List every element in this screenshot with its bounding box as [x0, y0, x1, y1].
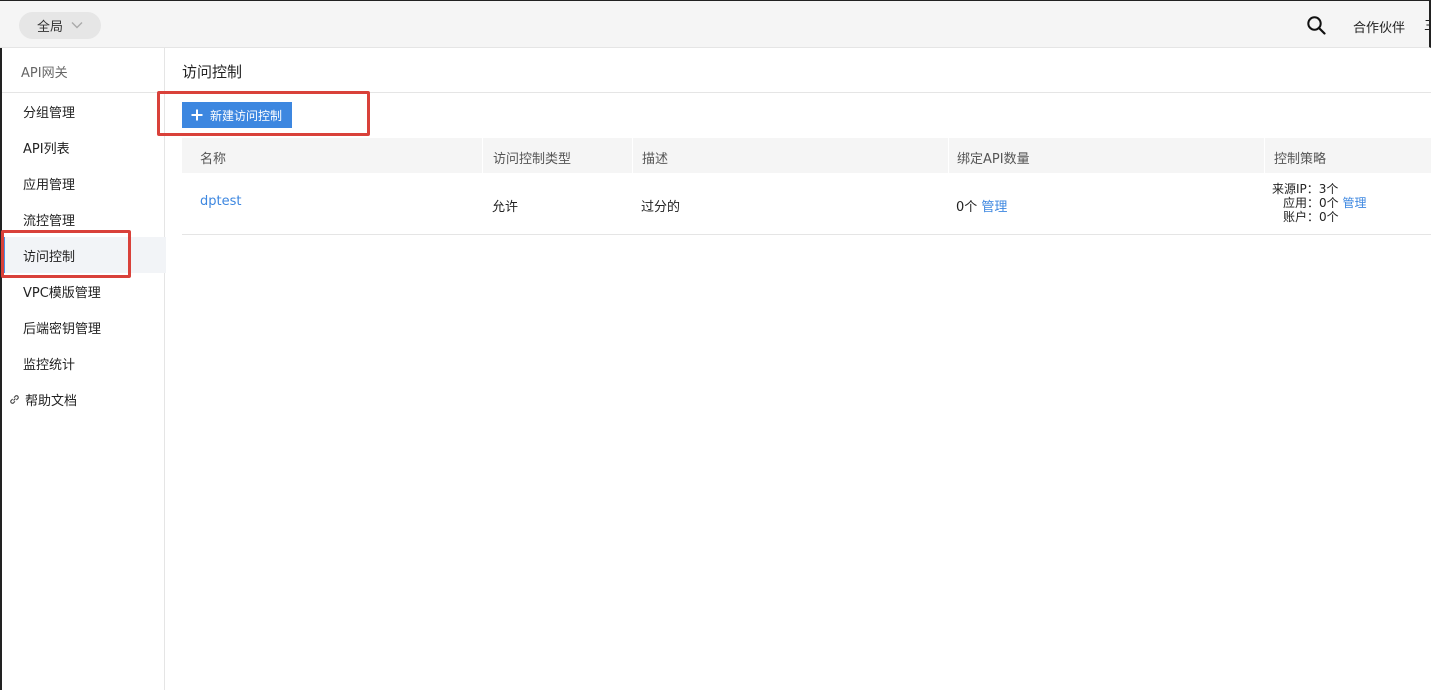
sidebar-item-monitoring[interactable]: 监控统计: [2, 345, 166, 381]
column-header-type: 访问控制类型: [493, 152, 572, 167]
policy-source-ip: 来源IP：3个: [1272, 182, 1339, 196]
policy-app-manage-link[interactable]: 管理: [1342, 196, 1366, 210]
sidebar-item-label: 应用管理: [23, 177, 76, 193]
title-divider: [165, 92, 1431, 93]
policy-account: 账户：0个: [1283, 210, 1339, 224]
sidebar-item-backend-key[interactable]: 后端密钥管理: [2, 309, 166, 345]
sidebar-item-label: 流控管理: [23, 213, 76, 229]
sidebar-item-access-control[interactable]: 访问控制: [2, 237, 166, 273]
sidebar-item-label: 后端密钥管理: [23, 321, 102, 337]
api-count-value: 0个: [956, 200, 978, 215]
column-separator: [1264, 138, 1265, 173]
sidebar-item-vpc-template[interactable]: VPC模版管理: [2, 273, 166, 309]
new-button-label: 新建访问控制: [210, 108, 283, 123]
chevron-down-icon: [71, 22, 83, 29]
api-manage-link[interactable]: 管理: [981, 200, 1007, 215]
sidebar-item-help-docs[interactable]: 帮助文档: [2, 381, 166, 417]
table-header: 名称 访问控制类型 描述 绑定API数量 控制策略: [182, 138, 1431, 173]
sidebar-item-group-management[interactable]: 分组管理: [2, 93, 166, 129]
policy-app: 应用：0个: [1283, 196, 1339, 210]
policy-app-line: 应用：0个 管理: [1272, 196, 1366, 210]
region-label: 全局: [37, 20, 64, 35]
sidebar-item-flow-control[interactable]: 流控管理: [2, 201, 166, 237]
sidebar-item-label: VPC模版管理: [23, 285, 101, 301]
sidebar-item-label: 监控统计: [23, 357, 76, 373]
row-policy: 来源IP：3个 应用：0个 管理 账户：0个: [1272, 182, 1366, 224]
region-select[interactable]: 全局: [19, 12, 101, 39]
search-icon[interactable]: [1306, 15, 1326, 35]
overflow-menu[interactable]: 三: [1424, 15, 1431, 34]
row-type: 允许: [492, 200, 519, 215]
sidebar-item-api-list[interactable]: API列表: [2, 129, 166, 165]
sidebar: API网关 分组管理 API列表 应用管理 流控管理 访问控制 VPC模版管理 …: [0, 48, 166, 690]
column-header-name: 名称: [200, 152, 227, 167]
row-divider: [182, 234, 1431, 235]
partner-link[interactable]: 合作伙伴: [1353, 17, 1405, 36]
top-bar: 全局 合作伙伴 三: [0, 0, 1431, 48]
column-header-api-count: 绑定API数量: [957, 152, 1030, 167]
new-access-control-button[interactable]: 新建访问控制: [182, 102, 292, 128]
column-separator: [948, 138, 949, 173]
sidebar-item-app-management[interactable]: 应用管理: [2, 165, 166, 201]
sidebar-item-label: 分组管理: [23, 105, 76, 121]
column-separator: [482, 138, 483, 173]
column-header-policy: 控制策略: [1274, 152, 1327, 167]
sidebar-title: API网关: [21, 66, 68, 81]
column-separator: [632, 138, 633, 173]
row-api-count: 0个 管理: [956, 196, 1007, 215]
sidebar-item-label: 帮助文档: [25, 393, 78, 409]
page-title: 访问控制: [182, 63, 243, 81]
column-header-description: 描述: [642, 152, 669, 167]
sidebar-item-label: 访问控制: [23, 249, 76, 265]
plus-icon: [191, 109, 203, 121]
sidebar-item-label: API列表: [23, 141, 70, 157]
row-name-link[interactable]: dptest: [200, 194, 241, 209]
link-icon: [10, 394, 19, 404]
row-description: 过分的: [641, 200, 681, 215]
